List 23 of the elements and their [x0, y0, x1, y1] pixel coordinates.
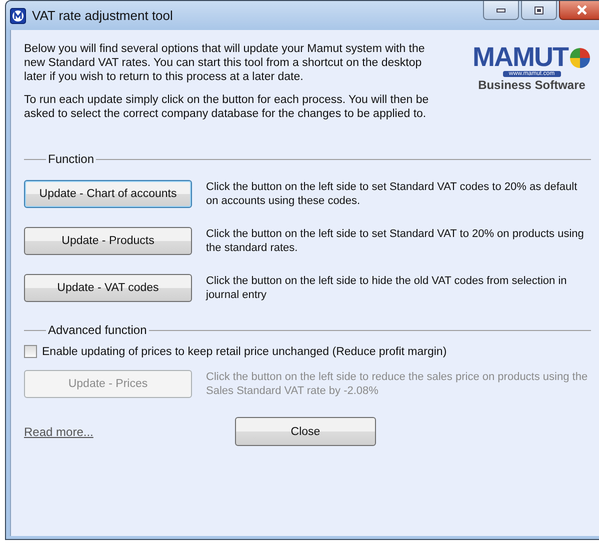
intro-paragraph: To run each update simply click on the button for each process. You will then be asked to select the correct company database for the changes to be applied to. [24, 93, 430, 121]
description-text: Click the button on the left side to reduce the sales price on products using the Sales Standard VAT rate by -2.08% [206, 370, 589, 398]
description-text: Click the button on the left side to hide the old VAT codes from selection in journal entry [206, 274, 568, 302]
close-button[interactable] [559, 1, 599, 20]
description-text: Click the button on the left side to set Standard VAT to 20% on products using the standard rates. [206, 227, 585, 255]
maximize-button[interactable] [521, 1, 557, 20]
intro-paragraph: Below you will find several options that will update your Mamut system with the new Standard VAT rates. You can start this tool from a shortcut on the desktop later if you wish to return to this process at a later date. [24, 42, 426, 84]
close-icon [576, 5, 588, 15]
minimize-icon [496, 7, 506, 13]
section-legend: Advanced function [48, 323, 147, 337]
checkbox-label: Enable updating of prices to keep retail price unchanged (Reduce profit margin) [42, 346, 447, 358]
app-icon [10, 8, 26, 24]
minimize-button[interactable] [483, 1, 519, 20]
read-more-link[interactable]: Read more... [24, 424, 235, 438]
update-button[interactable]: Update - VAT codes [24, 274, 192, 302]
update-button[interactable]: Update - Products [24, 227, 192, 255]
maximize-icon [534, 6, 544, 14]
description-text: Click the button on the left side to set Standard VAT codes to 20% as default on accounts using these codes. [206, 180, 578, 208]
checkbox[interactable] [24, 345, 37, 358]
section-legend: Function [48, 152, 94, 166]
window-title: VAT rate adjustment tool [32, 8, 174, 23]
close-dialog-button[interactable]: Close [235, 417, 376, 446]
update-button[interactable]: Update - Chart of accounts [24, 180, 192, 208]
